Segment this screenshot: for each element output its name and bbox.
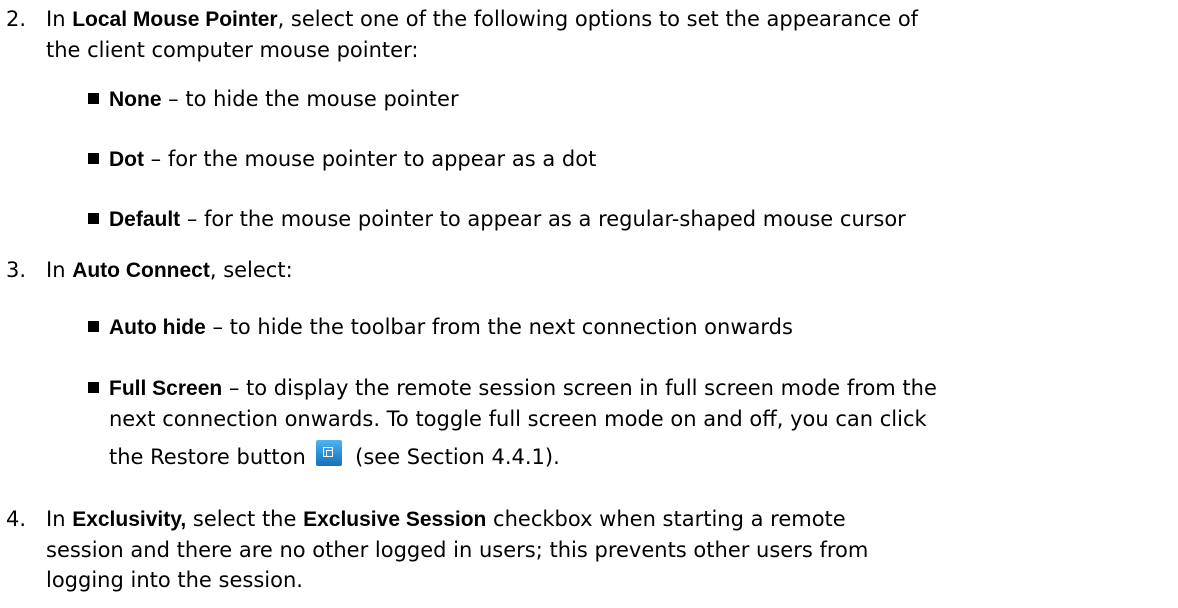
step-text-prefix: In	[46, 507, 73, 531]
option-description-line2: next connection onwards. To toggle full …	[109, 407, 927, 431]
step-text-line3: logging into the session.	[46, 568, 303, 592]
option-description: – for the mouse pointer to appear as a d…	[144, 147, 597, 171]
step-number: 4.	[6, 507, 27, 531]
step-text-line2: the client computer mouse pointer:	[46, 38, 419, 62]
bullet-text: Default – for the mouse pointer to appea…	[109, 204, 1169, 235]
term-none: None	[109, 88, 162, 111]
square-bullet-icon	[88, 93, 99, 104]
option-description: – for the mouse pointer to appear as a r…	[180, 207, 906, 231]
restore-icon	[316, 440, 343, 466]
step-text-middle: select the	[186, 507, 304, 531]
term-dot: Dot	[109, 148, 144, 171]
step-text-suffix: , select:	[209, 258, 293, 282]
square-bullet-icon	[88, 153, 99, 164]
step-text: In Auto Connect, select:	[46, 255, 1166, 286]
option-description: – to hide the toolbar from the next conn…	[205, 315, 793, 339]
option-description: – to hide the mouse pointer	[161, 87, 459, 111]
step-text-suffix: checkbox when starting a remote	[486, 507, 846, 531]
step-number: 3.	[6, 258, 27, 282]
step-text-prefix: In	[46, 258, 73, 282]
step-text-prefix: In	[46, 7, 73, 31]
section-reference: (see Section 4.4.1).	[355, 445, 560, 469]
bullet-text: Dot – for the mouse pointer to appear as…	[109, 144, 1169, 175]
term-local-mouse-pointer: Local Mouse Pointer	[72, 8, 278, 31]
square-bullet-icon	[88, 321, 99, 332]
term-auto-connect: Auto Connect	[72, 259, 210, 282]
option-description-line3: the Restore button (see Section 4.4.1).	[109, 435, 560, 473]
step-text: In Local Mouse Pointer, select one of th…	[46, 4, 1166, 65]
term-default: Default	[109, 208, 181, 231]
bullet-text: None – to hide the mouse pointer	[109, 84, 1169, 115]
square-bullet-icon	[88, 382, 99, 393]
bullet-text: Full Screen – to display the remote sess…	[109, 373, 1169, 473]
option-description-line1: – to display the remote session screen i…	[222, 376, 937, 400]
term-exclusive-session: Exclusive Session	[303, 508, 487, 531]
step-text: In Exclusivity, select the Exclusive Ses…	[46, 504, 1166, 595]
step-text-suffix: , select one of the following options to…	[277, 7, 919, 31]
term-auto-hide: Auto hide	[109, 316, 206, 339]
step-text-line2: session and there are no other logged in…	[46, 538, 869, 562]
term-full-screen: Full Screen	[109, 377, 223, 400]
term-exclusivity: Exclusivity,	[72, 508, 187, 531]
bullet-text: Auto hide – to hide the toolbar from the…	[109, 312, 1169, 343]
step-number: 2.	[6, 7, 27, 31]
square-bullet-icon	[88, 213, 99, 224]
restore-text: the Restore button	[109, 445, 306, 469]
